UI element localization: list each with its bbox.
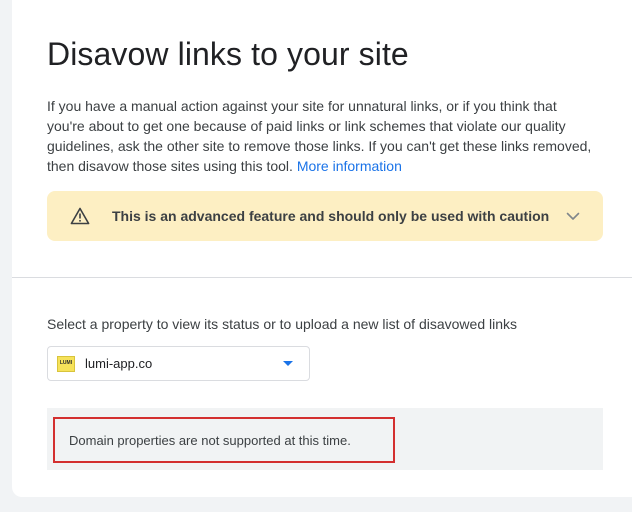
intro-paragraph: If you have a manual action against your… <box>47 96 592 176</box>
chevron-down-icon[interactable] <box>561 204 585 228</box>
property-status-panel: Domain properties are not supported at t… <box>47 408 603 470</box>
caret-down-icon <box>283 361 293 366</box>
property-dropdown[interactable]: LUMI lumi-app.co <box>47 346 310 381</box>
property-select-label: Select a property to view its status or … <box>47 316 518 332</box>
warning-triangle-icon <box>69 205 91 227</box>
warning-text: This is an advanced feature and should o… <box>112 208 550 224</box>
more-information-link[interactable]: More information <box>297 158 402 174</box>
advanced-feature-warning[interactable]: This is an advanced feature and should o… <box>47 191 603 241</box>
section-divider <box>12 277 632 278</box>
status-message: Domain properties are not supported at t… <box>69 432 351 448</box>
page-title: Disavow links to your site <box>47 36 409 72</box>
status-message-highlight: Domain properties are not supported at t… <box>53 417 395 463</box>
property-favicon: LUMI <box>57 355 75 372</box>
disavow-card: Disavow links to your site If you have a… <box>12 0 632 497</box>
selected-property-name: lumi-app.co <box>85 356 153 371</box>
